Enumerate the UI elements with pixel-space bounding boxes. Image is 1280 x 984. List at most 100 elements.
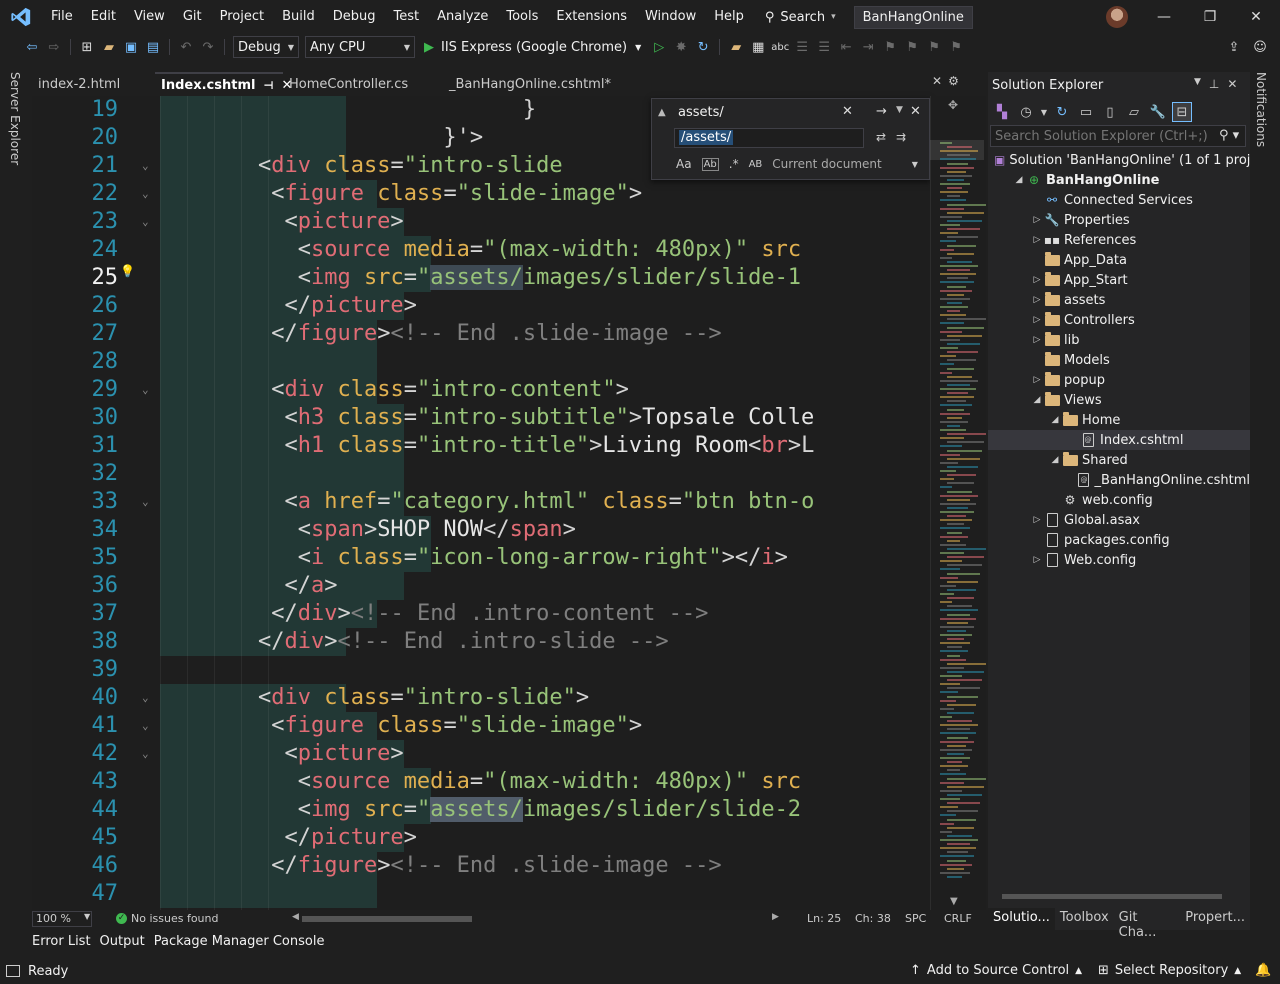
tree-item[interactable]: ▣ Solution 'BanHangOnline' (1 of 1 projec…: [988, 150, 1250, 170]
tree-item[interactable]: ▷ popup: [988, 370, 1250, 390]
code-line[interactable]: 30 <h3 class="intro-subtitle">Topsale Co…: [32, 404, 930, 432]
code-line[interactable]: 25 <img src="assets/images/slider/slide-…: [32, 264, 930, 292]
code-line[interactable]: 42 ⌄ <picture>: [32, 740, 930, 768]
tool-window-tab[interactable]: Package Manager Console: [154, 932, 325, 954]
gear-icon[interactable]: ⚙: [948, 74, 959, 88]
clear-bookmarks-icon[interactable]: ⚑: [946, 37, 966, 57]
fold-chevron-icon[interactable]: ⌄: [142, 152, 149, 180]
navigate-forward-icon[interactable]: ⇨: [44, 37, 64, 57]
refresh-icon[interactable]: ▱: [1124, 102, 1144, 122]
tree-item[interactable]: ▷ 🔧 Properties: [988, 210, 1250, 230]
code-line[interactable]: 23 ⌄ <picture>: [32, 208, 930, 236]
code-line[interactable]: 44 <img src="assets/images/slider/slide-…: [32, 796, 930, 824]
replace-all-icon[interactable]: ⇉: [896, 130, 906, 144]
expanded-arrow-icon[interactable]: ◢: [1048, 415, 1062, 425]
preserve-case-toggle[interactable]: AB: [749, 159, 763, 170]
tree-item[interactable]: packages.config: [988, 530, 1250, 550]
document-tab[interactable]: index-2.html: [32, 72, 155, 96]
menu-window[interactable]: Window: [636, 0, 705, 34]
menu-file[interactable]: File: [42, 0, 82, 34]
spell-check-icon[interactable]: abc: [770, 37, 790, 57]
maximize-button[interactable]: ❐: [1187, 0, 1233, 34]
collapsed-arrow-icon[interactable]: ▷: [1030, 335, 1044, 345]
tree-scroll-thumb[interactable]: [1002, 894, 1222, 899]
close-window-button[interactable]: ✕: [1233, 0, 1279, 34]
lightbulb-icon[interactable]: 💡: [120, 264, 135, 278]
code-line[interactable]: 28: [32, 348, 930, 376]
tree-item[interactable]: ⚙ web.config: [988, 490, 1250, 510]
tool-window-tab[interactable]: Error List: [32, 932, 91, 954]
tree-item[interactable]: ◢ Views: [988, 390, 1250, 410]
search-scope-select[interactable]: Current document: [772, 157, 881, 171]
solution-search-box[interactable]: ⚲ ▾: [990, 125, 1246, 147]
collapsed-arrow-icon[interactable]: ▷: [1030, 515, 1044, 525]
collapsed-arrow-icon[interactable]: ▷: [1030, 315, 1044, 325]
save-icon[interactable]: ▣: [121, 37, 141, 57]
fold-chevron-icon[interactable]: ⌄: [142, 180, 149, 208]
tree-item[interactable]: @ Index.cshtml: [988, 430, 1250, 450]
start-debugging-icon[interactable]: ▶: [419, 37, 439, 57]
fold-chevron-icon[interactable]: ⌄: [142, 208, 149, 236]
tool-window-tab[interactable]: Output: [100, 932, 145, 954]
menu-tools[interactable]: Tools: [497, 0, 547, 34]
minimize-button[interactable]: —: [1141, 0, 1187, 34]
undo-icon[interactable]: ↶: [176, 37, 196, 57]
chevron-down-icon[interactable]: ▼: [1194, 77, 1201, 91]
select-repository-button[interactable]: ⊞ Select Repository ▲: [1098, 963, 1241, 978]
solution-configuration-select[interactable]: Debug ▼: [233, 36, 299, 58]
line-ending-indicator[interactable]: CRLF: [944, 912, 972, 925]
menu-edit[interactable]: Edit: [82, 0, 125, 34]
code-line[interactable]: 46 </figure><!-- End .slide-image -->: [32, 852, 930, 880]
document-tab[interactable]: HomeController.cs: [283, 72, 443, 96]
next-bookmark-icon[interactable]: ⚑: [924, 37, 944, 57]
tree-item[interactable]: ◢ ⊕ BanHangOnline: [988, 170, 1250, 190]
menu-help[interactable]: Help: [705, 0, 753, 34]
chevron-down-icon[interactable]: ▼: [1040, 102, 1048, 122]
hot-reload-icon[interactable]: ✸: [671, 37, 691, 57]
pin-icon[interactable]: ⊥: [1209, 77, 1219, 91]
collapsed-arrow-icon[interactable]: ▷: [1030, 375, 1044, 385]
switch-views-icon[interactable]: ▚: [992, 102, 1012, 122]
line-indicator[interactable]: Ln: 25: [807, 912, 841, 925]
menu-analyze[interactable]: Analyze: [428, 0, 497, 34]
menu-test[interactable]: Test: [385, 0, 429, 34]
column-indicator[interactable]: Ch: 38: [855, 912, 891, 925]
scroll-down-icon[interactable]: ▼: [950, 896, 958, 907]
code-line[interactable]: 27 </figure><!-- End .slide-image -->: [32, 320, 930, 348]
split-editor-handle-icon[interactable]: ✥: [948, 98, 958, 112]
pending-changes-filter-icon[interactable]: ◷: [1016, 102, 1036, 122]
prev-bookmark-icon[interactable]: ⚑: [902, 37, 922, 57]
expanded-arrow-icon[interactable]: ◢: [1030, 395, 1044, 405]
feedback-icon[interactable]: ☺: [1250, 37, 1270, 57]
document-tab[interactable]: Index.cshtml ⊣ ✕: [155, 72, 292, 96]
menu-build[interactable]: Build: [273, 0, 324, 34]
close-icon[interactable]: ✕: [932, 74, 942, 88]
redo-icon[interactable]: ↷: [198, 37, 218, 57]
minimap[interactable]: [936, 142, 986, 892]
menu-view[interactable]: View: [125, 0, 174, 34]
solution-platform-select[interactable]: Any CPU ▼: [305, 36, 415, 58]
code-line[interactable]: 29 ⌄ <div class="intro-content">: [32, 376, 930, 404]
whole-word-toggle[interactable]: Ab: [701, 157, 719, 171]
tree-item[interactable]: ▷ lib: [988, 330, 1250, 350]
horizontal-scrollbar[interactable]: [292, 916, 772, 922]
chevron-up-icon[interactable]: ▲: [658, 107, 666, 118]
zoom-select[interactable]: 100 %: [32, 911, 92, 927]
tree-horizontal-scrollbar[interactable]: [992, 892, 1246, 900]
pin-tab-icon[interactable]: ⊣: [263, 79, 273, 92]
account-avatar[interactable]: [1106, 6, 1128, 28]
server-explorer-tab[interactable]: Server Explorer: [8, 72, 22, 165]
code-line[interactable]: 41 ⌄ <figure class="slide-image">: [32, 712, 930, 740]
tree-item[interactable]: App_Data: [988, 250, 1250, 270]
fold-chevron-icon[interactable]: ⌄: [142, 740, 149, 768]
comment-icon[interactable]: ☰: [792, 37, 812, 57]
issues-indicator[interactable]: ✓ No issues found: [116, 912, 218, 925]
tree-item[interactable]: Models: [988, 350, 1250, 370]
scroll-right-icon[interactable]: ▶: [772, 912, 779, 922]
open-folder-icon[interactable]: ▰: [99, 37, 119, 57]
menu-debug[interactable]: Debug: [324, 0, 385, 34]
panel-tab[interactable]: Toolbox: [1055, 908, 1114, 930]
tree-item[interactable]: ▷ ▪▪ References: [988, 230, 1250, 250]
tree-item[interactable]: ◢ Home: [988, 410, 1250, 430]
notifications-tab[interactable]: Notifications: [1254, 72, 1268, 147]
